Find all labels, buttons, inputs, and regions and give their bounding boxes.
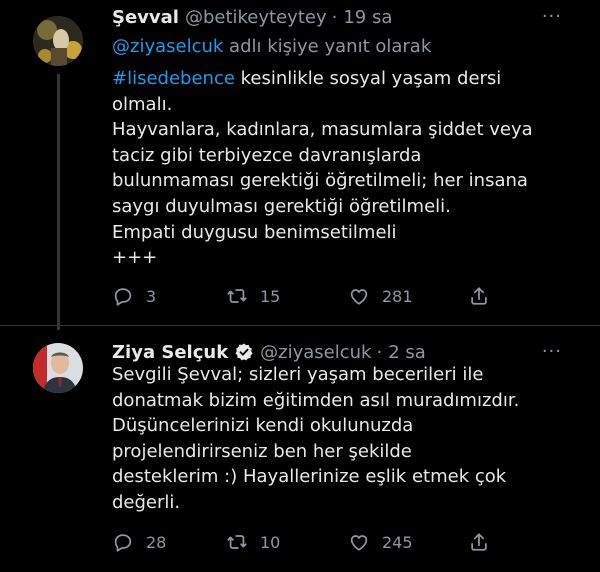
tweet-header: Şevval @betikeyteytey · 19 sa: [112, 4, 392, 30]
text-line: kesinlikle sosyal yaşam dersi: [234, 68, 502, 89]
reply-icon: [114, 534, 132, 552]
tweet-text: Sevgili Şevval; sizleri yaşam becerileri…: [112, 362, 519, 516]
tweet-actions: 28 10 245: [112, 528, 492, 556]
separator-dot: ·: [331, 6, 338, 28]
text-line: saygı duyulması gerektiği öğretilmeli.: [112, 195, 451, 217]
author-name[interactable]: Ziya Selçuk: [112, 342, 228, 363]
timestamp[interactable]: 2 sa: [388, 342, 426, 363]
like-icon: [350, 289, 368, 305]
mention-link[interactable]: @ziyaselcuk: [112, 36, 223, 57]
verified-badge-icon: [235, 343, 253, 361]
text-line: donatmak bizim eğitimden asıl muradımızd…: [112, 389, 520, 411]
tweet-text: #lisedebence kesinlikle sosyal yaşam der…: [112, 66, 533, 271]
retweet-button[interactable]: 10: [226, 528, 280, 556]
author-name[interactable]: Şevval: [112, 7, 179, 28]
text-line: Hayvanlara, kadınlara, masumlara şiddet …: [112, 119, 533, 141]
retweet-count: 15: [260, 286, 281, 306]
text-line: değerli.: [112, 491, 181, 513]
reply-button[interactable]: 3: [112, 282, 156, 310]
retweet-button[interactable]: 15: [226, 282, 280, 310]
more-icon[interactable]: ···: [542, 341, 562, 362]
tweet-ziya-selcuk[interactable]: Ziya Selçuk @ziyaselcuk · 2 sa ··· Sevgi…: [0, 326, 600, 572]
reply-count: 28: [146, 532, 167, 552]
avatar-sevval[interactable]: [33, 16, 83, 66]
text-line: projelendirirseniz ben her şekilde: [112, 440, 412, 462]
text-line: +++: [112, 247, 158, 269]
text-line: bulunmaması gerektiği öğretilmeli; her i…: [112, 170, 528, 192]
more-icon[interactable]: ···: [542, 6, 562, 27]
reply-button[interactable]: 28: [112, 528, 166, 556]
thread-line: [57, 74, 60, 330]
reply-count: 3: [146, 286, 157, 306]
like-button[interactable]: 281: [348, 282, 413, 310]
replying-text: adlı kişiye yanıt olarak: [223, 36, 432, 57]
reply-icon: [114, 288, 132, 306]
text-line: olmalı.: [112, 93, 173, 115]
share-icon: [471, 533, 487, 551]
retweet-count: 10: [260, 532, 281, 552]
text-line: Sevgili Şevval; sizleri yaşam becerileri…: [112, 364, 484, 385]
text-line: desteklerim :) Hayallerinize eşlik etmek…: [112, 466, 507, 488]
retweet-icon: [227, 289, 247, 303]
timestamp[interactable]: 19 sa: [343, 7, 392, 28]
author-handle[interactable]: @betikeyteytey: [185, 7, 327, 28]
like-count: 281: [382, 286, 413, 306]
share-button[interactable]: [468, 282, 490, 310]
separator-dot: ·: [376, 341, 383, 363]
retweet-icon: [227, 535, 247, 549]
share-button[interactable]: [468, 528, 490, 556]
tweet-actions: 3 15 281: [112, 282, 492, 310]
author-handle[interactable]: @ziyaselcuk: [260, 342, 371, 363]
text-line: taciz gibi terbiyezce davranışlarda: [112, 144, 422, 166]
like-count: 245: [382, 532, 413, 552]
tweet-sevval[interactable]: Şevval @betikeyteytey · 19 sa ··· @ziyas…: [0, 0, 600, 330]
like-icon: [350, 535, 368, 551]
hashtag-link[interactable]: #lisedebence: [112, 68, 235, 89]
like-button[interactable]: 245: [348, 528, 413, 556]
replying-to: @ziyaselcuk adlı kişiye yanıt olarak: [112, 36, 431, 57]
text-line: Empati duygusu benimsetilmeli: [112, 221, 397, 243]
share-icon: [471, 287, 487, 305]
text-line: Düşüncelerinizi kendi okulunuzda: [112, 415, 414, 437]
